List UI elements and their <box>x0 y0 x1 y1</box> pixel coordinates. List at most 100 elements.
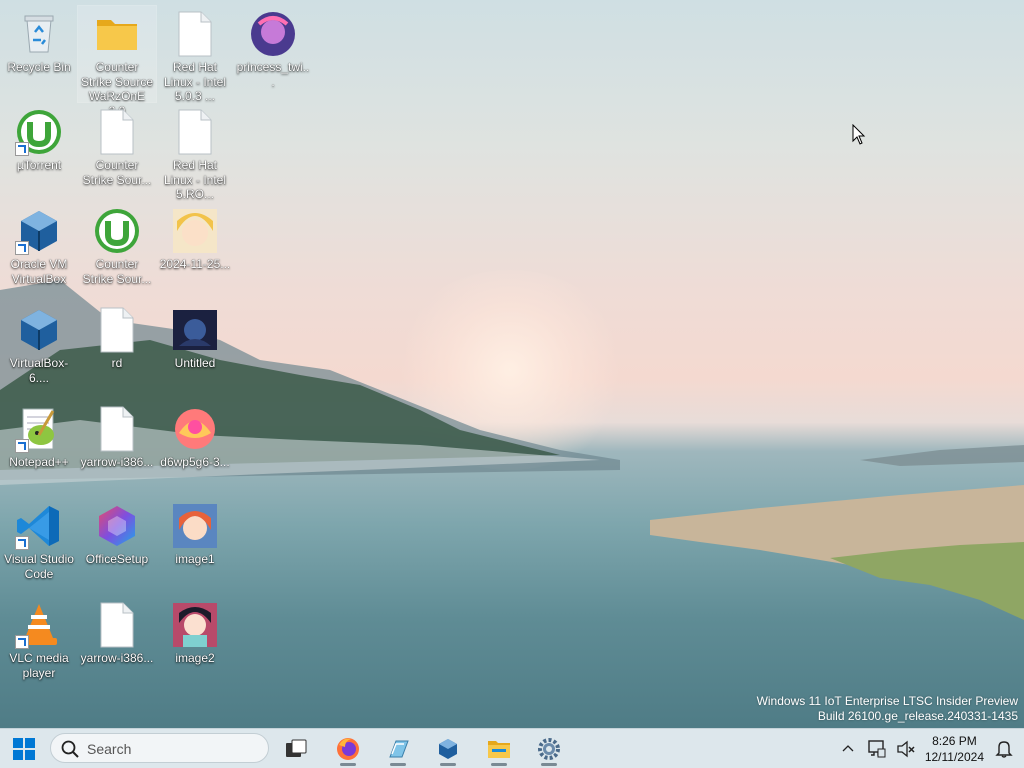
shortcut-arrow-icon <box>15 241 29 255</box>
taskbar-file-explorer[interactable] <box>479 733 519 766</box>
icon-label: Oracle VM VirtualBox <box>10 257 68 286</box>
running-indicator <box>541 763 557 766</box>
clock-date: 12/11/2024 <box>924 750 984 764</box>
shortcut-arrow-icon <box>15 635 29 649</box>
image-thumbnail-icon <box>171 502 219 550</box>
desktop-icon-red-hat-linux-ro[interactable]: Red Hat Linux - Intel 5.RO... <box>156 104 234 202</box>
virtualbox-icon <box>15 207 63 255</box>
desktop-icon-yarrow-2[interactable]: yarrow-i386... <box>78 597 156 666</box>
icon-label: d6wp5g6-3... <box>160 455 230 469</box>
desktop-icon-yarrow-1[interactable]: yarrow-i386... <box>78 401 156 470</box>
search-placeholder: Search <box>87 741 132 757</box>
desktop-icon-oracle-vm-virtualbox[interactable]: Oracle VM VirtualBox <box>0 203 78 286</box>
utorrent-icon <box>15 108 63 156</box>
desktop-icon-recycle-bin[interactable]: Recycle Bin <box>0 6 78 75</box>
taskbar-clock[interactable]: 8:26 PM 12/11/2024 <box>925 733 984 765</box>
office-icon <box>93 502 141 550</box>
desktop-icon-princess-twi[interactable]: princess_twi... <box>234 6 312 89</box>
icon-label: image2 <box>175 651 215 665</box>
image-thumbnail-icon <box>171 601 219 649</box>
desktop-icon-image2[interactable]: image2 <box>156 597 234 666</box>
network-icon <box>868 740 886 758</box>
windows-version-watermark: Windows 11 IoT Enterprise LTSC Insider P… <box>757 694 1018 724</box>
search-icon <box>61 740 79 758</box>
vscode-icon <box>15 502 63 550</box>
icon-label: OfficeSetup <box>85 552 149 566</box>
taskbar-virtualbox[interactable] <box>428 733 468 766</box>
mouse-cursor-icon <box>852 124 866 145</box>
desktop-icon-office-setup[interactable]: OfficeSetup <box>78 498 156 567</box>
icon-label: Recycle Bin <box>7 60 71 74</box>
taskbar-search-box[interactable]: Search <box>50 733 269 763</box>
taskbar-virtualbox-manager[interactable] <box>378 733 418 766</box>
shortcut-arrow-icon <box>15 536 29 550</box>
task-view-button[interactable] <box>276 733 316 765</box>
task-view-icon <box>286 739 307 757</box>
virtualbox-icon <box>439 739 457 759</box>
show-hidden-icons-button[interactable] <box>836 733 860 765</box>
icon-label: Visual Studio Code <box>4 552 74 581</box>
folder-icon <box>93 10 141 58</box>
desktop-icon-utorrent[interactable]: µTorrent <box>0 104 78 173</box>
running-indicator <box>340 763 356 766</box>
image-thumbnail-icon <box>249 10 297 58</box>
bell-icon <box>995 741 1013 758</box>
desktop-icon-counter-strike-file[interactable]: Counter Strike Sour... <box>78 104 156 187</box>
desktop-icon-vlc-media-player[interactable]: VLC media player <box>0 597 78 680</box>
icon-label: yarrow-i386... <box>80 455 154 469</box>
network-tray-button[interactable] <box>862 733 890 765</box>
file-icon <box>93 306 141 354</box>
vlc-icon <box>15 601 63 649</box>
desktop-icon-counter-strike-folder[interactable]: Counter Strike Source WaRzOnE 2.0 <box>77 5 157 118</box>
icon-label: VLC media player <box>9 651 69 680</box>
running-indicator <box>440 763 456 766</box>
icon-label: Red Hat Linux - Intel 5.RO... <box>163 158 227 201</box>
desktop-icon-counter-strike-torrent[interactable]: Counter Strike Sour... <box>78 203 156 286</box>
chevron-up-icon <box>842 745 854 752</box>
volume-muted-icon <box>897 740 915 758</box>
start-icon <box>13 738 35 760</box>
icon-label: Notepad++ <box>9 455 69 469</box>
icon-label: Counter Strike Sour... <box>82 257 152 286</box>
watermark-build: Build 26100.ge_release.240331-1435 <box>817 709 1018 723</box>
icon-label: princess_twi... <box>236 60 310 89</box>
desktop-icon-2024-11-25[interactable]: 2024-11-25... <box>156 203 234 272</box>
file-icon <box>171 10 219 58</box>
notepadpp-icon <box>15 405 63 453</box>
icon-label: rd <box>111 356 123 370</box>
volume-tray-button[interactable] <box>892 733 920 765</box>
desktop-icon-untitled[interactable]: Untitled <box>156 302 234 371</box>
icon-label: image1 <box>175 552 215 566</box>
start-button[interactable] <box>4 733 44 765</box>
desktop-icon-image1[interactable]: image1 <box>156 498 234 567</box>
running-indicator <box>491 763 507 766</box>
file-icon <box>93 601 141 649</box>
running-indicator <box>390 763 406 766</box>
desktop-icon-rd[interactable]: rd <box>78 302 156 371</box>
shortcut-arrow-icon <box>15 439 29 453</box>
icon-label: Counter Strike Sour... <box>82 158 152 187</box>
desktop-icon-notepad-plus-plus[interactable]: Notepad++ <box>0 401 78 470</box>
desktop-icon-red-hat-linux-5[interactable]: Red Hat Linux - Intel 5.0.3 ... <box>156 6 234 104</box>
icon-label: yarrow-i386... <box>80 651 154 665</box>
file-icon <box>171 108 219 156</box>
utorrent-icon <box>93 207 141 255</box>
clock-time: 8:26 PM <box>932 734 977 748</box>
image-thumbnail-icon <box>171 306 219 354</box>
desktop-icon-visual-studio-code[interactable]: Visual Studio Code <box>0 498 78 581</box>
icon-label: Untitled <box>174 356 216 370</box>
desktop-icon-virtualbox-6[interactable]: VirtualBox-6.... <box>0 302 78 385</box>
taskbar-firefox[interactable] <box>328 733 368 766</box>
virtualbox-manager-icon <box>389 740 409 758</box>
icon-label: µTorrent <box>16 158 62 172</box>
notifications-button[interactable] <box>990 733 1018 765</box>
image-thumbnail-icon <box>171 207 219 255</box>
desktop-icon-d6wp5g6[interactable]: d6wp5g6-3... <box>156 401 234 470</box>
watermark-edition: Windows 11 IoT Enterprise LTSC Insider P… <box>756 694 1018 708</box>
virtualbox-icon <box>15 306 63 354</box>
icon-label: Red Hat Linux - Intel 5.0.3 ... <box>163 60 227 103</box>
firefox-icon <box>337 738 359 760</box>
image-thumbnail-icon <box>171 405 219 453</box>
taskbar-settings[interactable] <box>529 733 569 766</box>
file-icon <box>93 108 141 156</box>
